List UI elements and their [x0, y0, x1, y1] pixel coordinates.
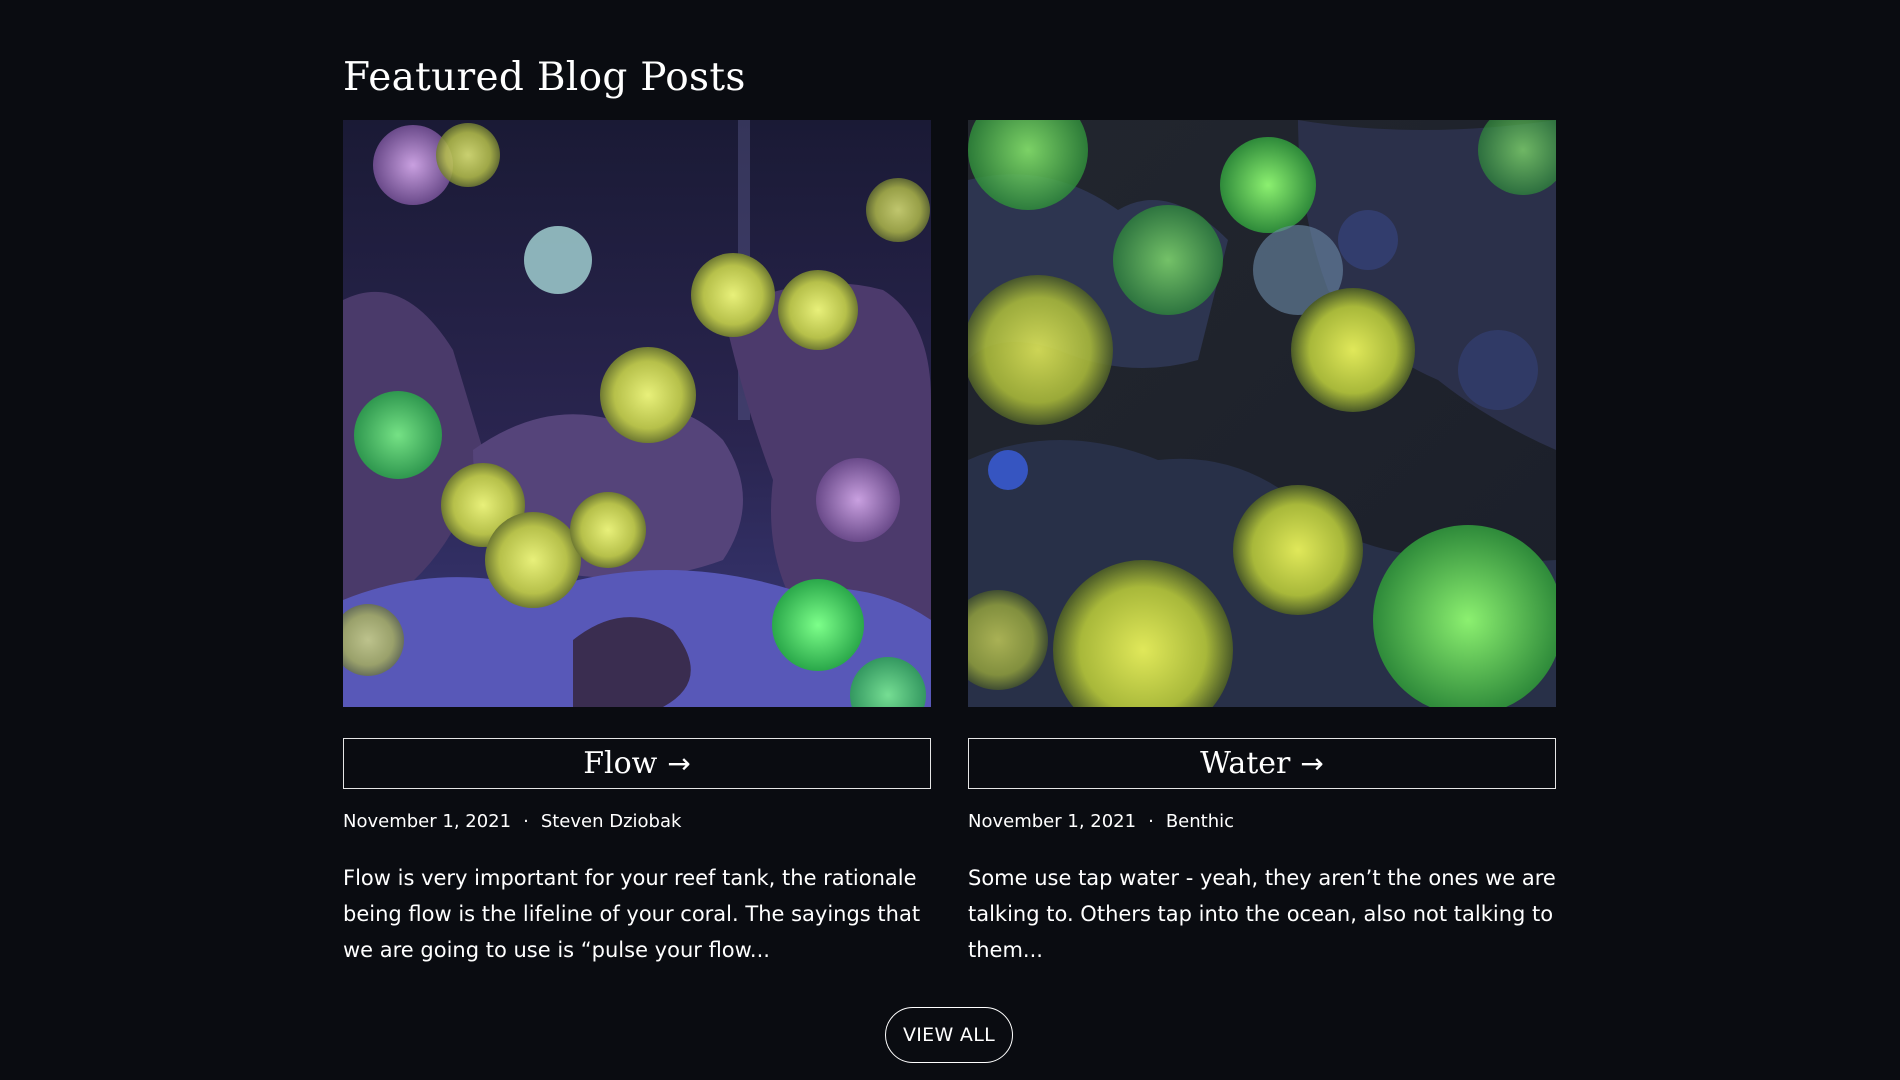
section-title: Featured Blog Posts — [343, 55, 746, 100]
arrow-right-icon: → — [667, 747, 691, 780]
post-excerpt: Flow is very important for your reef tan… — [343, 866, 921, 962]
post-title: Flow — [583, 746, 658, 781]
arrow-right-icon: → — [1300, 747, 1324, 780]
coral-tank-image — [968, 120, 1556, 707]
coral-tank-image — [343, 120, 931, 707]
blog-image-water[interactable] — [968, 120, 1556, 707]
blog-card-flow: Flow → November 1, 2021 · Steven Dziobak Fl… — [343, 120, 931, 962]
blog-card-water: Water → November 1, 2021 · Benthic Some use… — [968, 120, 1556, 962]
post-date: November 1, 2021 — [343, 811, 512, 832]
post-title-link-water[interactable]: Water → — [968, 738, 1556, 789]
meta-separator: · — [523, 811, 529, 832]
post-title-link-flow[interactable]: Flow → — [343, 738, 931, 789]
post-date: November 1, 2021 — [968, 811, 1137, 832]
post-meta: November 1, 2021 · Benthic — [968, 810, 1234, 834]
post-meta: November 1, 2021 · Steven Dziobak — [343, 810, 681, 834]
post-excerpt: Some use tap water - yeah, they aren’t t… — [968, 866, 1556, 962]
blog-image-flow[interactable] — [343, 120, 931, 707]
view-all-button[interactable]: VIEW ALL — [885, 1007, 1013, 1063]
post-author: Steven Dziobak — [540, 811, 682, 832]
post-author: Benthic — [1165, 811, 1235, 832]
post-title: Water — [1200, 746, 1291, 781]
meta-separator: · — [1148, 811, 1154, 832]
